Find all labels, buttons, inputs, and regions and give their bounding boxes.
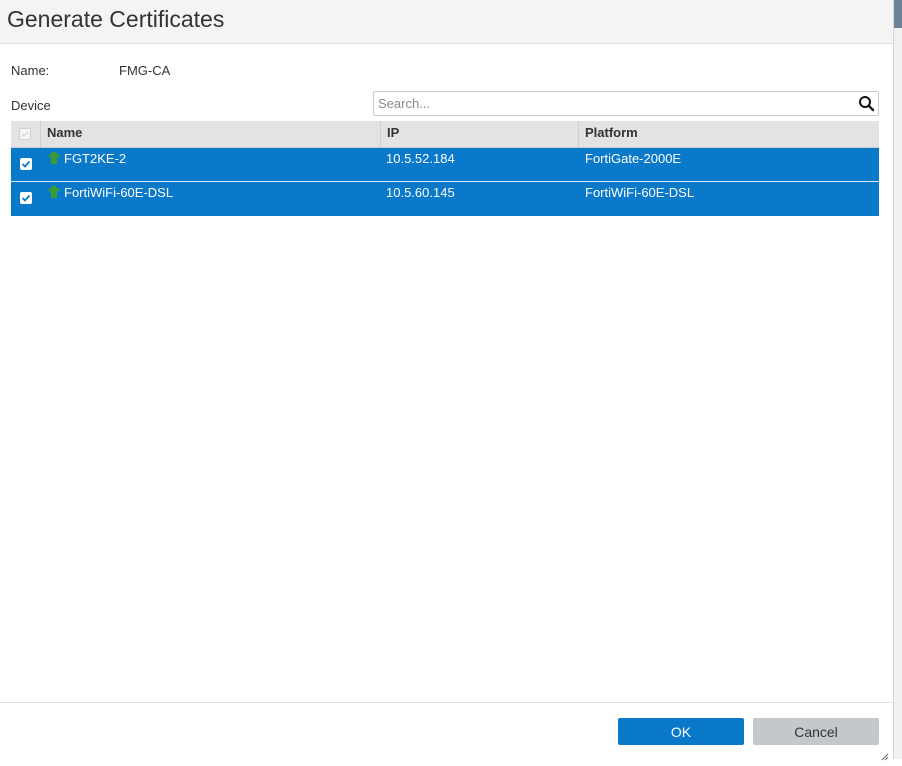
dialog-title: Generate Certificates (7, 6, 225, 32)
table-row[interactable]: FortiWiFi-60E-DSL 10.5.60.145 FortiWiFi-… (11, 182, 879, 216)
ok-button[interactable]: OK (618, 718, 744, 745)
table-header: Name IP Platform (11, 121, 879, 148)
device-label: Device (11, 98, 51, 113)
search-input[interactable] (378, 94, 848, 113)
cancel-button[interactable]: Cancel (753, 718, 879, 745)
device-platform: FortiGate-2000E (585, 151, 682, 166)
device-platform: FortiWiFi-60E-DSL (585, 185, 695, 200)
device-ip: 10.5.52.184 (386, 151, 455, 166)
row-checkbox[interactable] (20, 158, 32, 170)
background-window-accent (894, 0, 902, 28)
green-up-arrow-icon (47, 185, 61, 198)
table-row[interactable]: FGT2KE-2 10.5.52.184 FortiGate-2000E (11, 148, 879, 182)
device-table: Name IP Platform FGT2KE-2 10.5.52.184 Fo… (11, 121, 879, 216)
name-label: Name: (11, 63, 50, 78)
row-checkbox[interactable] (20, 192, 32, 204)
row-checkbox-cell (20, 192, 32, 204)
column-header-platform[interactable]: Platform (579, 121, 879, 147)
column-header-name[interactable]: Name (41, 121, 381, 147)
generate-certificates-dialog: Generate Certificates Name: FMG-CA Devic… (0, 0, 894, 761)
dialog-header: Generate Certificates (0, 0, 893, 44)
name-value: FMG-CA (119, 63, 171, 78)
dialog-footer: OK Cancel (0, 702, 893, 761)
select-all-column (11, 121, 41, 147)
green-up-arrow-icon (47, 151, 61, 164)
search-icon[interactable] (858, 95, 875, 112)
device-ip: 10.5.60.145 (386, 185, 455, 200)
resize-grip-icon[interactable] (881, 748, 889, 761)
select-all-checkbox[interactable] (19, 128, 31, 140)
device-name-cell: FortiWiFi-60E-DSL (47, 184, 173, 202)
column-header-ip[interactable]: IP (381, 121, 579, 147)
background-window-edge (894, 0, 902, 759)
device-name-cell: FGT2KE-2 (47, 150, 126, 168)
device-name: FortiWiFi-60E-DSL (64, 185, 174, 200)
row-checkbox-cell (20, 158, 32, 170)
search-box[interactable] (373, 91, 879, 116)
device-name: FGT2KE-2 (64, 151, 127, 166)
